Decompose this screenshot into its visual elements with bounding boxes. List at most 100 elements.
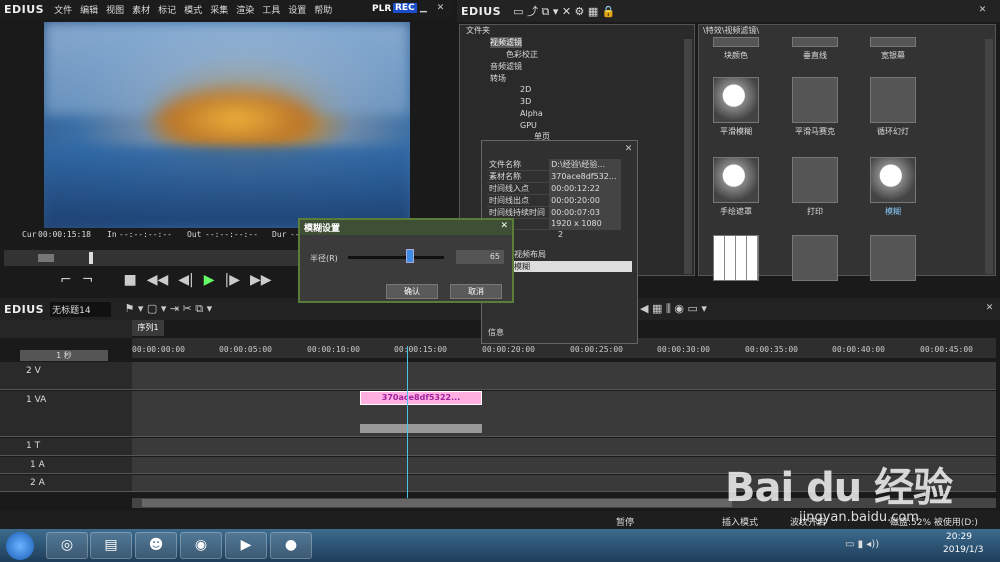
timeline-close-icon[interactable]: ✕	[983, 302, 996, 315]
position-handle[interactable]	[38, 254, 54, 262]
audio-clip[interactable]	[360, 424, 482, 433]
windows-taskbar: ◎ ▤ ☻ ◉ ▶ ● ▭ ▮ ◂)) 20:29 2019/1/3	[0, 529, 1000, 562]
timeline-tools-icon[interactable]: ⚑ ▾ ▢ ▾ ⇥ ✂ ⧉ ▾	[125, 302, 213, 316]
play-icon[interactable]: ▶	[204, 272, 215, 288]
effects-scrollbar[interactable]	[985, 39, 993, 274]
clock-time[interactable]: 20:29	[946, 532, 972, 542]
effect-item[interactable]	[707, 235, 765, 284]
effect-item-blur[interactable]: 模糊	[864, 157, 922, 217]
step-back-icon[interactable]: ◀|	[178, 272, 193, 288]
folder-icon[interactable]: ▭ ⤴ ⧉ ▾ ✕ ⚙ ▦ 🔒	[513, 3, 615, 19]
props-list-item-layout[interactable]: 视频布局	[514, 249, 632, 260]
set-out-icon[interactable]: ¬	[82, 272, 94, 288]
effect-item[interactable]: 手绘遮罩	[707, 157, 765, 217]
timeline-playhead[interactable]	[407, 346, 408, 498]
main-menu: 文件 编辑 视图 素材 标记 模式 采集 渲染 工具 设置 帮助	[50, 3, 336, 16]
track-2v[interactable]: 2 V	[0, 362, 132, 390]
taskbar-360-icon[interactable]: ◎	[46, 532, 88, 559]
track-2a[interactable]: 2 A	[0, 475, 132, 492]
tab-sequence[interactable]: 序列1	[132, 320, 164, 336]
transport-controls: ⌐ ¬ ■ ◀◀ ◀| ▶ |▶ ▶▶	[60, 272, 272, 288]
menu-view[interactable]: 视图	[102, 3, 128, 16]
menu-edit[interactable]: 编辑	[76, 3, 102, 16]
step-forward-icon[interactable]: |▶	[225, 272, 240, 288]
effect-item[interactable]: 垂直线	[786, 37, 844, 61]
track-2v-area[interactable]	[132, 362, 996, 390]
fast-forward-icon[interactable]: ▶▶	[250, 272, 272, 288]
rec-label[interactable]: REC	[393, 3, 417, 13]
tree-item-transition[interactable]: 转场	[490, 73, 506, 84]
effect-item[interactable]: 宽银幕	[864, 37, 922, 61]
tree-item-color-correct[interactable]: 色彩校正	[506, 49, 538, 60]
track-1a[interactable]: 1 A	[0, 457, 132, 474]
menu-capture[interactable]: 采集	[206, 3, 232, 16]
app-logo: EDIUS	[4, 2, 45, 16]
cur-value: 00:00:15:18	[38, 230, 91, 239]
cancel-button[interactable]: 取消	[450, 284, 502, 299]
track-1t-area[interactable]	[132, 438, 996, 456]
start-button-icon[interactable]	[6, 532, 34, 560]
tree-item-2d[interactable]: 2D	[520, 85, 531, 94]
tree-item-video-filter[interactable]: 视频滤镜	[490, 37, 522, 48]
effect-item[interactable]: 平滑马赛克	[786, 77, 844, 137]
tree-item-3d[interactable]: 3D	[520, 97, 531, 106]
effect-item[interactable]: 打印	[786, 157, 844, 217]
blur-settings-dialog: 模糊设置 ✕ 半径(R) 65 确认 取消	[298, 218, 514, 303]
menu-settings[interactable]: 设置	[284, 3, 310, 16]
player-menubar: EDIUS 文件 编辑 视图 素材 标记 模式 采集 渲染 工具 设置 帮助 P…	[0, 0, 452, 18]
effect-item[interactable]: 块颜色	[707, 37, 765, 61]
track-1va[interactable]: 1 VA	[0, 391, 132, 437]
menu-clip[interactable]: 素材	[128, 3, 154, 16]
tray-icons[interactable]: ▭ ▮ ◂))	[845, 539, 879, 550]
effect-item[interactable]	[786, 235, 844, 284]
taskbar-edius-icon[interactable]: ▶	[225, 532, 267, 559]
menu-mode[interactable]: 模式	[180, 3, 206, 16]
bin-close-icon[interactable]: ✕	[976, 4, 989, 17]
status-insert[interactable]: 插入模式	[722, 515, 758, 528]
props-list-item-blur[interactable]: 模糊	[514, 261, 632, 272]
taskbar-record-icon[interactable]: ●	[270, 532, 312, 559]
tree-item-alpha[interactable]: Alpha	[520, 109, 543, 118]
tree-scrollbar[interactable]	[684, 39, 692, 274]
taskbar-firefox-icon[interactable]: ◉	[180, 532, 222, 559]
video-preview	[44, 22, 410, 228]
radius-slider-handle[interactable]	[406, 249, 414, 263]
props-close-icon[interactable]: ✕	[622, 143, 635, 156]
watermark-url: jingyan.baidu.com	[799, 510, 919, 525]
tree-item-gpu[interactable]: GPU	[520, 121, 537, 130]
set-in-icon[interactable]: ⌐	[60, 272, 72, 288]
effect-item[interactable]: 循环幻灯	[864, 77, 922, 137]
effect-item[interactable]: 平滑模糊	[707, 77, 765, 137]
clock-date[interactable]: 2019/1/3	[943, 545, 983, 555]
menu-marker[interactable]: 标记	[154, 3, 180, 16]
ok-button[interactable]: 确认	[386, 284, 438, 299]
plr-label[interactable]: PLR	[372, 4, 391, 14]
close-icon[interactable]: ✕	[434, 2, 447, 15]
timeline-clip[interactable]: 370ace8df5322...	[360, 391, 482, 405]
dialog-close-icon[interactable]: ✕	[500, 221, 508, 231]
taskbar-explorer-icon[interactable]: ▤	[90, 532, 132, 559]
radius-label: 半径(R)	[310, 254, 338, 263]
effect-item[interactable]	[864, 235, 922, 284]
tree-item-audio-filter[interactable]: 音频滤镜	[490, 61, 522, 72]
rewind-icon[interactable]: ◀◀	[147, 272, 169, 288]
radius-slider[interactable]	[348, 256, 444, 259]
dur-label: Dur	[272, 230, 287, 239]
menu-tools[interactable]: 工具	[258, 3, 284, 16]
menu-help[interactable]: 帮助	[310, 3, 336, 16]
minimize-icon[interactable]: ▁	[417, 2, 430, 15]
radius-value-field[interactable]: 65	[456, 250, 504, 264]
track-1t[interactable]: 1 T	[0, 438, 132, 456]
taskbar-qq-icon[interactable]: ☻	[135, 532, 177, 559]
bin-toolbar: EDIUS ▭ ⤴ ⧉ ▾ ✕ ⚙ ▦ 🔒 ✕	[457, 0, 1000, 22]
playhead-marker[interactable]	[89, 252, 93, 264]
scale-dropdown[interactable]: 1 秒	[20, 350, 108, 361]
props-tab-2[interactable]: 2	[558, 230, 563, 239]
menu-file[interactable]: 文件	[50, 3, 76, 16]
track-1va-area[interactable]	[132, 391, 996, 437]
menu-render[interactable]: 渲染	[232, 3, 258, 16]
timeline-tools-right-icon[interactable]: ◀ ▦ ⫼ ◉ ▭ ▾	[640, 302, 707, 316]
project-name: 无标题14	[50, 301, 111, 317]
status-pause: 暂停	[616, 518, 635, 528]
stop-icon[interactable]: ■	[123, 272, 136, 288]
